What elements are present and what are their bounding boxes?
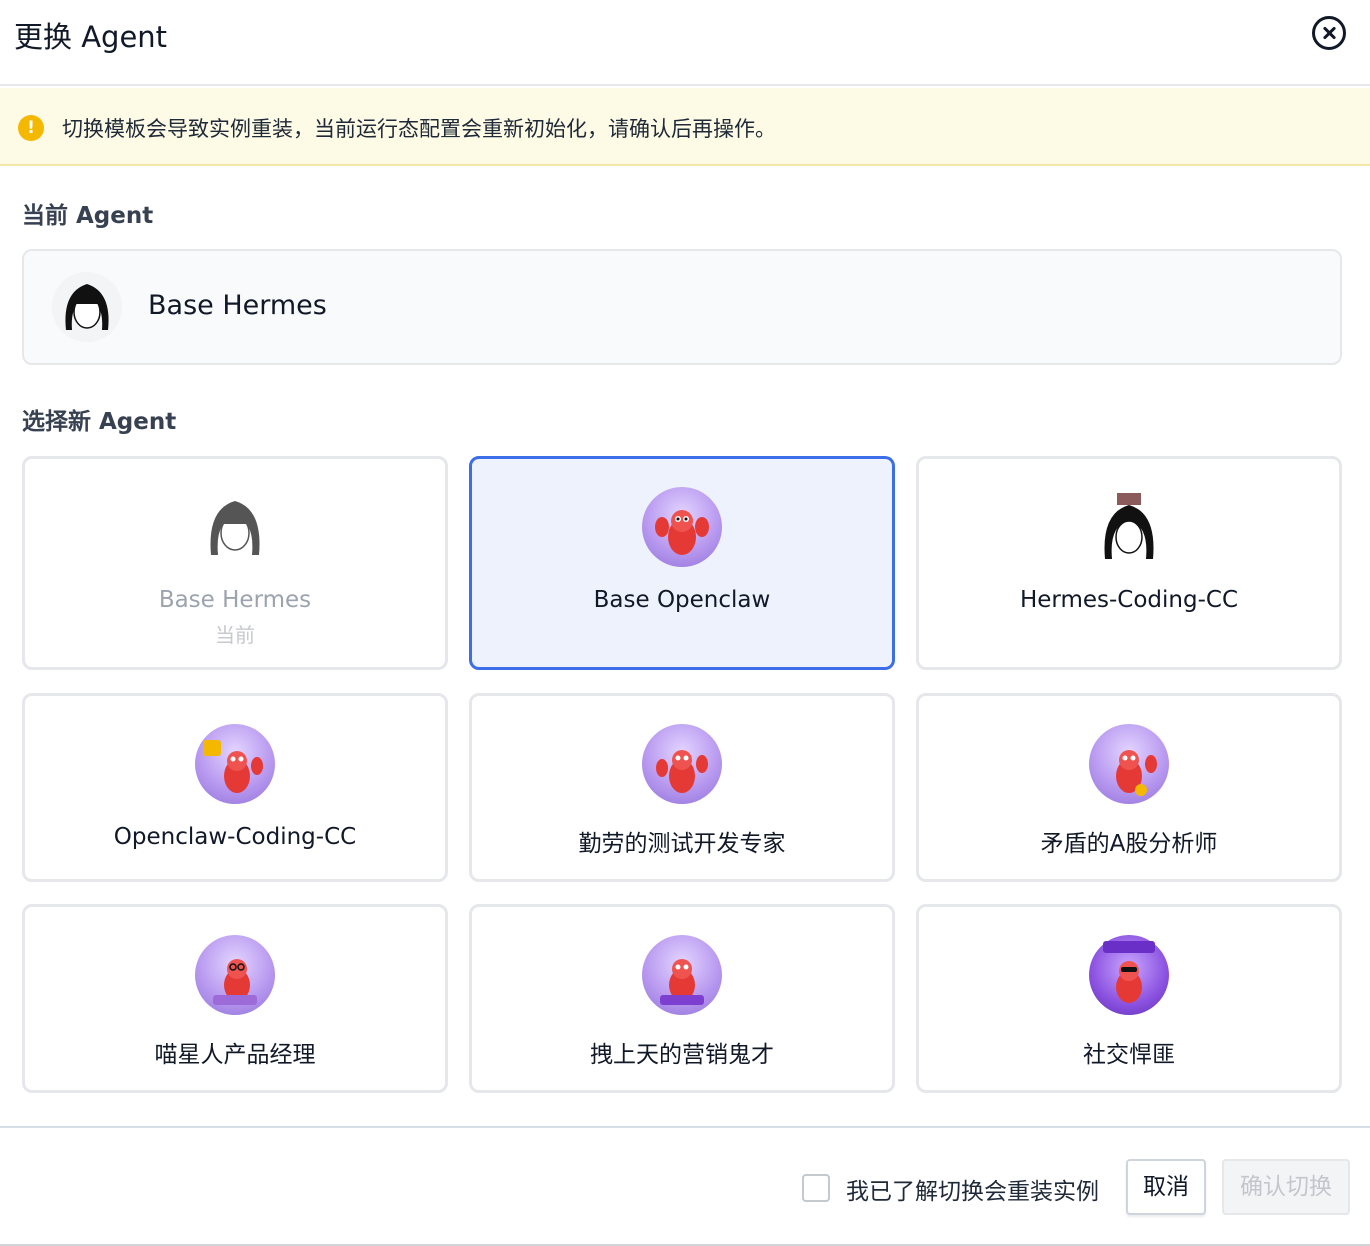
exclamation-icon: ! (18, 115, 44, 141)
current-agent-name: Base Hermes (148, 290, 327, 321)
agent-name: 勤劳的测试开发专家 (578, 831, 786, 857)
lobster-test-avatar (642, 724, 722, 804)
ack-checkbox[interactable] (802, 1174, 830, 1202)
hermes-avatar (195, 487, 275, 567)
agent-name: Base Hermes (158, 587, 312, 613)
warning-text: 切换模板会导致实例重装，当前运行态配置会重新初始化，请确认后再操作。 (62, 117, 776, 141)
agent-card-social[interactable]: 社交悍匪 (916, 904, 1342, 1093)
ack-label[interactable]: 我已了解切换会重装实例 (846, 1172, 1099, 1206)
agent-current-tag: 当前 (215, 623, 255, 647)
hermes-coding-avatar (1089, 487, 1169, 567)
current-agent-avatar (52, 272, 122, 342)
current-agent-label: 当前 Agent (22, 203, 154, 229)
agent-name: 拽上天的营销鬼才 (590, 1042, 774, 1068)
agent-name: Hermes-Coding-CC (1019, 587, 1239, 613)
agent-card-stock-analyst[interactable]: 矛盾的A股分析师 (916, 693, 1342, 882)
lobster-avatar (642, 487, 722, 567)
agent-name: Openclaw-Coding-CC (113, 824, 357, 850)
confirm-switch-button[interactable]: 确认切换 (1222, 1159, 1350, 1215)
lobster-social-avatar (1089, 935, 1169, 1015)
lobster-marketing-avatar (642, 935, 722, 1015)
agent-name: Base Openclaw (593, 587, 771, 613)
agent-name: 矛盾的A股分析师 (1040, 831, 1218, 857)
cancel-button[interactable]: 取消 (1126, 1159, 1206, 1215)
agent-card-test-expert[interactable]: 勤劳的测试开发专家 (469, 693, 895, 882)
agent-card-openclaw-coding-cc[interactable]: Openclaw-Coding-CC (22, 693, 448, 882)
lobster-analyst-avatar (1089, 724, 1169, 804)
agent-name: 喵星人产品经理 (154, 1042, 316, 1068)
lobster-coding-avatar (195, 724, 275, 804)
agent-card-hermes-coding-cc[interactable]: Hermes-Coding-CC (916, 456, 1342, 670)
agent-card-base-openclaw[interactable]: Base Openclaw (469, 456, 895, 670)
lobster-pm-avatar (195, 935, 275, 1015)
agent-name: 社交悍匪 (1083, 1042, 1175, 1068)
dialog-title: 更换 Agent (14, 20, 168, 54)
select-agent-label: 选择新 Agent (22, 409, 177, 435)
agent-card-base-hermes: Base Hermes 当前 (22, 456, 448, 670)
close-icon[interactable] (1312, 16, 1346, 50)
footer-divider (0, 1126, 1370, 1128)
agent-card-marketing[interactable]: 拽上天的营销鬼才 (469, 904, 895, 1093)
agent-card-product-manager[interactable]: 喵星人产品经理 (22, 904, 448, 1093)
dialog-header (0, 0, 1370, 86)
